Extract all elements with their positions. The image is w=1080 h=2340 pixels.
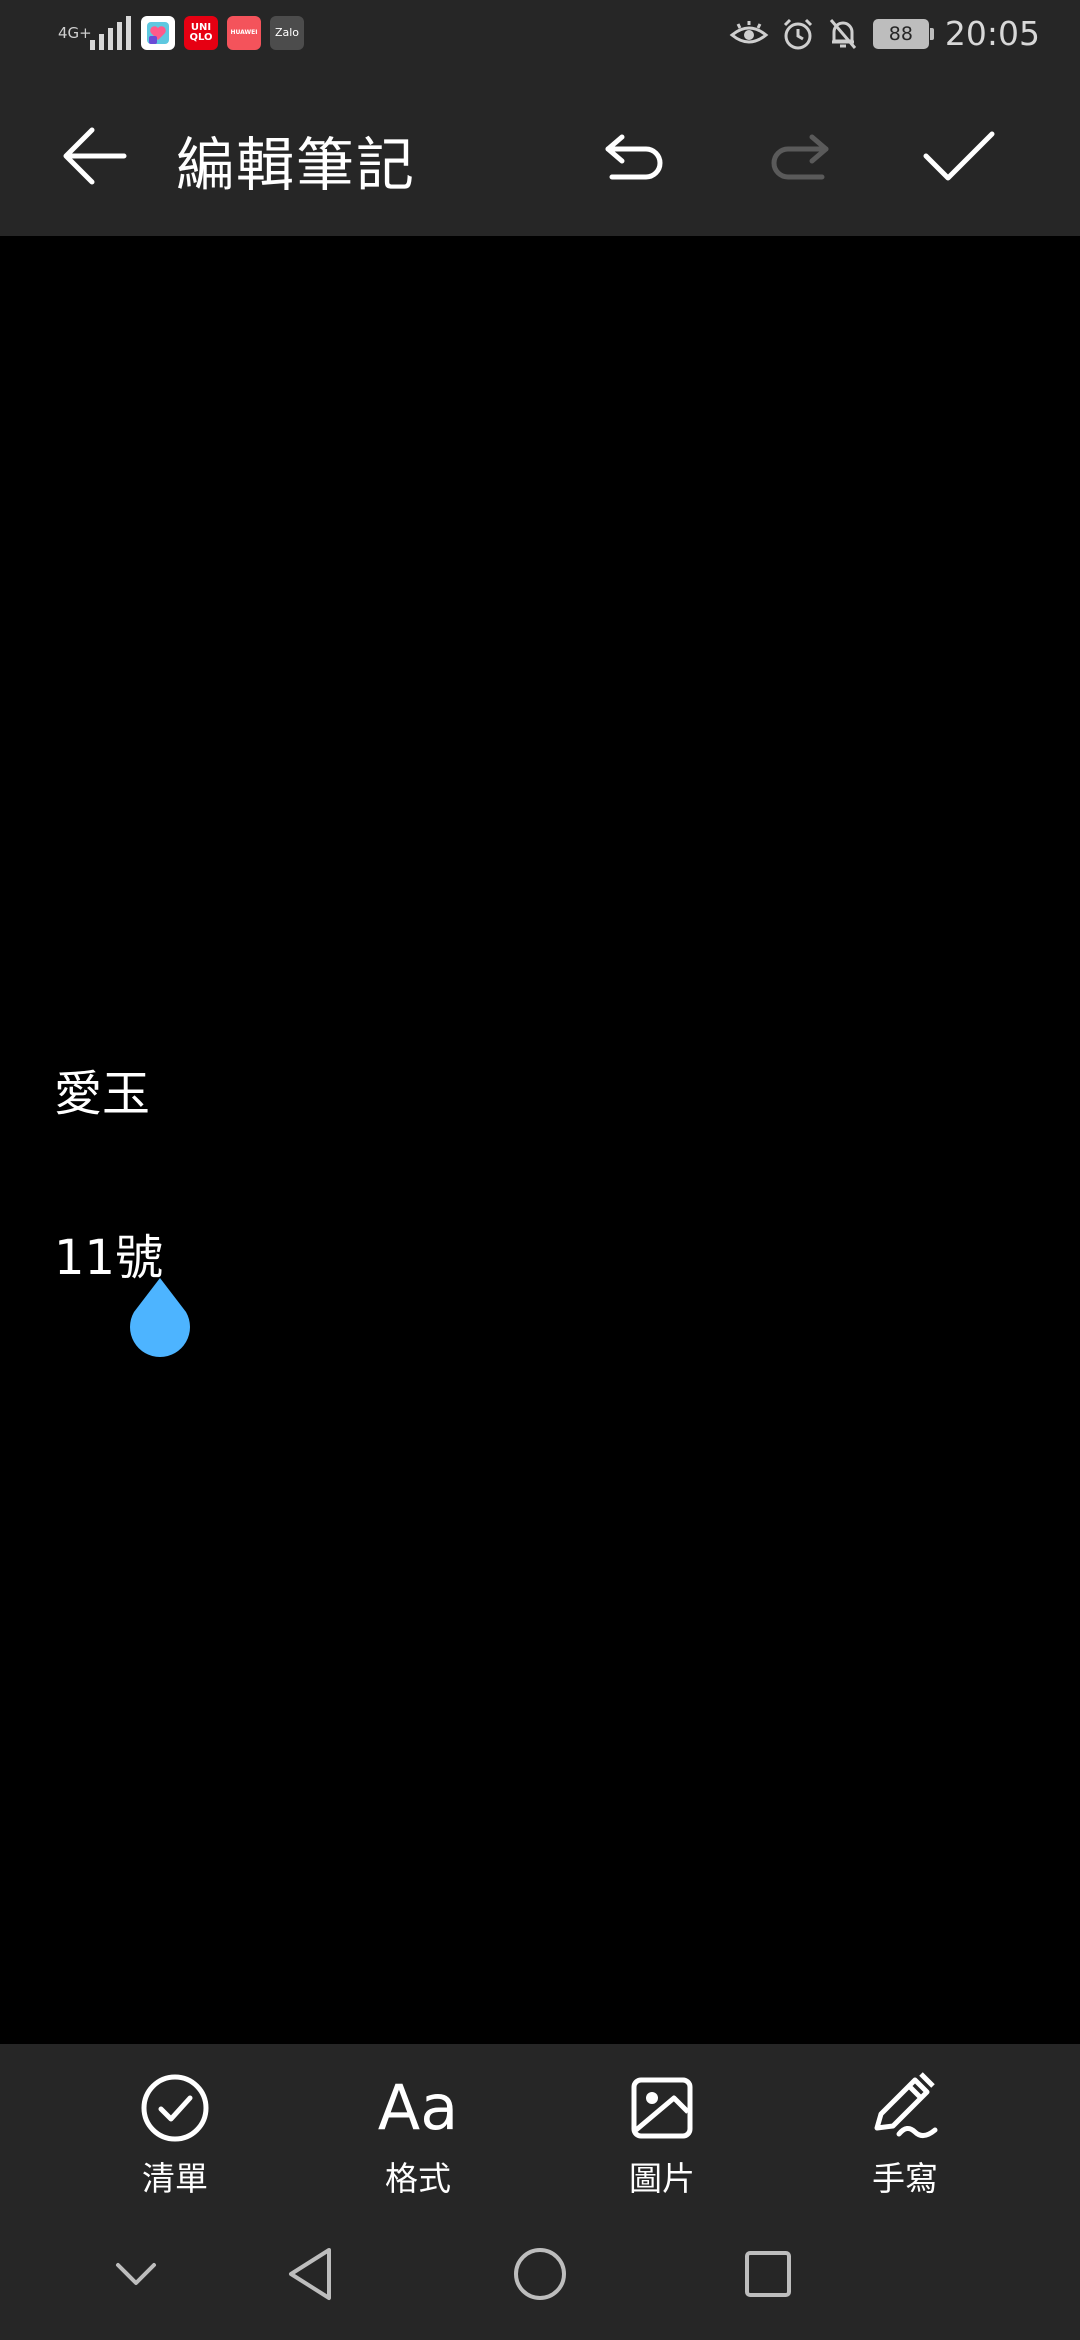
status-time: 20:05 (944, 14, 1040, 53)
square-recents-icon (745, 2251, 791, 2297)
circle-home-icon (514, 2248, 566, 2300)
uniqlo-label: UNI QLO (189, 22, 213, 43)
app-bar: 編輯筆記 (0, 76, 1080, 236)
handwriting-button[interactable]: 手寫 (825, 2072, 985, 2202)
health-app-icon (141, 16, 175, 50)
format-label: 格式 (385, 2159, 451, 2198)
status-left: 4G+ UNI QLO HUAWEI Zalo (58, 16, 313, 50)
hide-keyboard-button[interactable] (94, 2232, 178, 2316)
image-button[interactable]: 圖片 (582, 2072, 742, 2202)
handwriting-label: 手寫 (872, 2159, 938, 2198)
battery-level: 88 (888, 22, 913, 45)
undo-icon (605, 134, 663, 180)
text-cursor-handle[interactable] (124, 1276, 196, 1360)
alarm-icon (781, 17, 815, 51)
bell-muted-icon (827, 17, 859, 51)
checkmark-icon (923, 131, 995, 181)
uniqlo-app-icon: UNI QLO (184, 16, 218, 50)
format-button[interactable]: Aa 格式 (338, 2072, 498, 2202)
note-text-line[interactable]: 愛玉 (54, 1054, 150, 1124)
arrow-left-icon (63, 127, 127, 185)
undo-button[interactable] (590, 116, 680, 196)
image-label: 圖片 (629, 2159, 695, 2198)
redo-button[interactable] (754, 116, 844, 196)
status-bar: 4G+ UNI QLO HUAWEI Zalo 88 20:05 (0, 0, 1080, 76)
system-nav-bar (0, 2204, 1080, 2340)
chevron-down-icon (116, 2263, 156, 2285)
image-icon (626, 2072, 698, 2144)
page-title: 編輯筆記 (176, 131, 417, 199)
note-editor-screen: 4G+ UNI QLO HUAWEI Zalo 88 20:05 編輯筆記 愛玉… (0, 0, 1080, 2340)
battery-icon: 88 (872, 18, 934, 49)
network-label: 4G (58, 24, 80, 42)
checklist-button[interactable]: 清單 (95, 2072, 255, 2202)
nav-home-button[interactable] (498, 2232, 582, 2316)
network-type: 4G+ (58, 24, 92, 42)
nav-back-button[interactable] (268, 2232, 352, 2316)
redo-icon (771, 134, 829, 180)
checklist-icon (139, 2072, 211, 2144)
huawei-app-icon: HUAWEI (227, 16, 261, 50)
back-button[interactable] (50, 116, 140, 196)
note-editor-area[interactable]: 愛玉 11號 (0, 236, 1080, 2044)
pen-icon (869, 2072, 941, 2144)
format-glyph: Aa (377, 2071, 459, 2144)
editor-toolbar: 清單 Aa 格式 圖片 手寫 (0, 2044, 1080, 2204)
zalo-label: Zalo (274, 26, 300, 39)
zalo-app-icon: Zalo (270, 16, 304, 50)
nav-recents-button[interactable] (726, 2232, 810, 2316)
huawei-label: HUAWEI (230, 29, 258, 36)
eye-comfort-icon (729, 19, 769, 49)
triangle-back-icon (289, 2248, 331, 2300)
checklist-label: 清單 (142, 2159, 208, 2198)
status-right: 88 20:05 (717, 14, 1040, 53)
save-button[interactable] (914, 116, 1004, 196)
signal-strength-icon (90, 16, 131, 50)
text-format-icon: Aa (378, 2072, 458, 2144)
